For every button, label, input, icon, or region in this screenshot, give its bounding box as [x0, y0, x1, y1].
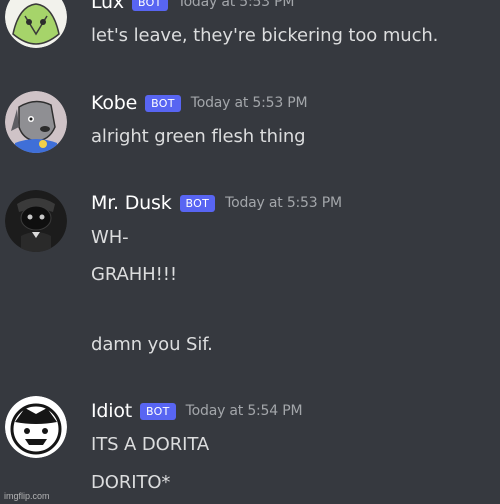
- gray-dog-avatar-icon: [5, 91, 67, 153]
- message-text: GRAHH!!!: [91, 264, 177, 285]
- message-text: ITS A DORITA: [91, 434, 210, 455]
- timestamp: Today at 5:53 PM: [190, 95, 308, 111]
- avatar-mr-dusk[interactable]: [5, 190, 67, 252]
- bot-tag: BOT: [131, 0, 168, 11]
- message-header: Kobe BOT Today at 5:53 PM: [91, 92, 308, 114]
- avatar-kobe[interactable]: [5, 91, 67, 153]
- bot-tag: BOT: [140, 402, 176, 420]
- username[interactable]: Lux: [91, 0, 124, 13]
- white-face-avatar-icon: [5, 396, 67, 458]
- avatar-idiot[interactable]: [5, 396, 67, 458]
- message-header: Lux BOT Today at 5:53 PM: [91, 0, 294, 13]
- message-text: DORITO*: [91, 472, 171, 493]
- green-cat-avatar-icon: [5, 0, 67, 48]
- message-header: Idiot BOT Today at 5:54 PM: [91, 400, 303, 422]
- username[interactable]: Idiot: [91, 400, 132, 422]
- message-header: Mr. Dusk BOT Today at 5:53 PM: [91, 192, 342, 214]
- avatar-lux[interactable]: [5, 0, 67, 48]
- bot-tag: BOT: [145, 94, 181, 112]
- message-text: damn you Sif.: [91, 334, 213, 355]
- message-text: alright green flesh thing: [91, 126, 306, 147]
- username[interactable]: Mr. Dusk: [91, 192, 172, 214]
- watermark: imgflip.com: [4, 491, 50, 501]
- bot-tag: BOT: [179, 194, 216, 212]
- message-text: let's leave, they're bickering too much.: [91, 25, 439, 46]
- timestamp: Today at 5:53 PM: [177, 0, 295, 10]
- timestamp: Today at 5:54 PM: [185, 403, 303, 419]
- username[interactable]: Kobe: [91, 92, 137, 114]
- message-text: WH-: [91, 227, 129, 248]
- timestamp: Today at 5:53 PM: [225, 195, 342, 211]
- dark-masked-avatar-icon: [5, 190, 67, 252]
